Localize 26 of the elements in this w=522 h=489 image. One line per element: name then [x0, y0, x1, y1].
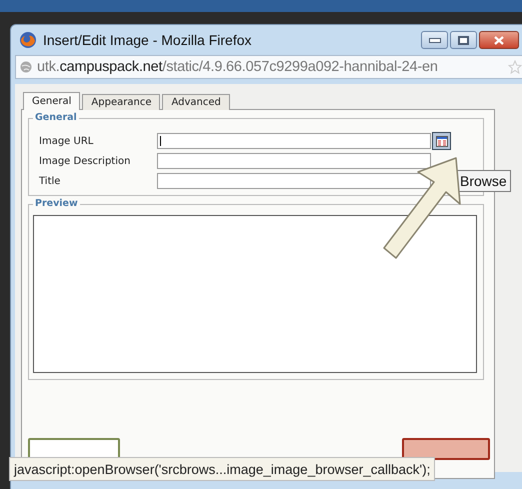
- firefox-icon: [19, 31, 37, 49]
- group-title: Preview: [33, 198, 80, 209]
- maximize-button[interactable]: [450, 31, 477, 49]
- address-bar[interactable]: utk.campuspack.net/static/4.9.66.057c9299a092-hannibal-24-en: [15, 55, 522, 79]
- url-text: utk.campuspack.net/static/4.9.66.057c9299a092-hannibal-24-en: [37, 59, 438, 75]
- field-label: Image Description: [39, 156, 132, 166]
- tab[interactable]: Appearance: [82, 94, 160, 110]
- close-icon: [494, 36, 504, 44]
- input-field[interactable]: [157, 153, 431, 169]
- close-button[interactable]: [479, 31, 519, 49]
- input-field[interactable]: [157, 173, 431, 189]
- window-title: Insert/Edit Image - Mozilla Firefox: [43, 32, 252, 48]
- globe-icon: [20, 61, 32, 73]
- tooltip: Browse: [456, 170, 511, 192]
- tab[interactable]: Advanced: [162, 94, 230, 110]
- minimize-button[interactable]: [421, 31, 448, 49]
- list-icon: [436, 136, 448, 146]
- tab[interactable]: General: [23, 92, 80, 110]
- group-title: General: [33, 112, 79, 123]
- input-field[interactable]: [157, 133, 431, 149]
- field-label: Image URL: [39, 136, 94, 146]
- dialog-button[interactable]: [402, 438, 490, 460]
- field-label: Title: [39, 176, 62, 186]
- star-icon[interactable]: [508, 60, 522, 74]
- browse-button[interactable]: [432, 132, 451, 150]
- status-bar: javascript:openBrowser('srcbrows...image_image_browser_callback');: [9, 457, 436, 481]
